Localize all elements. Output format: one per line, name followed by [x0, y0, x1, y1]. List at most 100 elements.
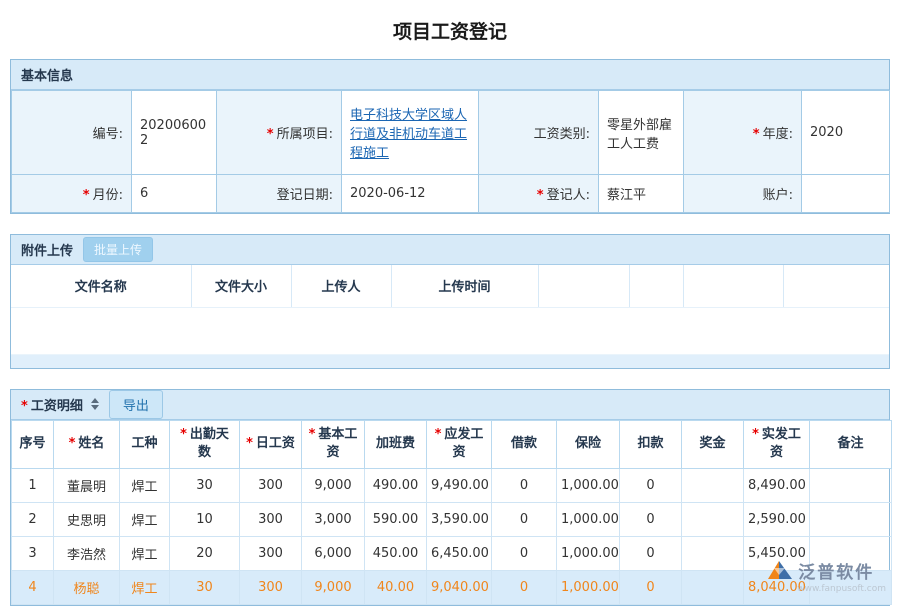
attachments-section: 附件上传 批量上传 文件名称 文件大小 上传人 上传时间 [10, 234, 890, 369]
wage-row[interactable]: 2 史思明 焊工 10 300 3,000 590.00 3,590.00 0 … [12, 502, 892, 536]
table-cell: 300 [240, 570, 302, 604]
wage-details-header: *工资明细 导出 [11, 390, 889, 420]
table-cell: 焊工 [120, 570, 170, 604]
table-cell: 300 [240, 468, 302, 502]
col-empty-3 [683, 265, 783, 307]
table-cell: 3,590.00 [427, 502, 492, 536]
wage-type-label: 工资类别: [479, 91, 599, 175]
wage-row-selected[interactable]: 4 杨聪 焊工 30 300 9,000 40.00 9,040.00 0 1,… [12, 570, 892, 604]
table-cell: 史思明 [54, 502, 120, 536]
number-value: 202006002 [132, 91, 217, 175]
basic-info-header: 基本信息 [11, 60, 889, 90]
col-file-size: 文件大小 [191, 265, 291, 307]
table-cell: 0 [620, 570, 682, 604]
table-cell: 1 [12, 468, 54, 502]
table-cell: 30 [170, 468, 240, 502]
wage-details-table: 序号 *姓名 工种 *出勤天数 *日工资 *基本工资 加班费 *应发工资 借款 … [11, 420, 892, 605]
table-cell: 2 [12, 502, 54, 536]
required-marker: * [180, 427, 187, 442]
table-cell [810, 468, 892, 502]
col-net-wage: *实发工资 [744, 420, 810, 468]
vendor-website: www.fanpusoft.com [767, 584, 886, 594]
col-remark: 备注 [810, 420, 892, 468]
basic-info-title: 基本信息 [21, 65, 73, 84]
table-cell: 0 [620, 468, 682, 502]
wage-type-value: 零星外部雇工人工费 [599, 91, 684, 175]
table-cell: 2,590.00 [744, 502, 810, 536]
table-cell: 9,490.00 [427, 468, 492, 502]
table-cell: 李浩然 [54, 536, 120, 570]
wage-details-section: *工资明细 导出 序号 *姓名 工种 *出勤天数 *日工资 *基本工资 加班费 … [10, 389, 890, 606]
col-job-type: 工种 [120, 420, 170, 468]
required-marker: * [21, 399, 28, 414]
table-cell: 3 [12, 536, 54, 570]
year-label: *年度: [684, 91, 802, 175]
table-cell: 9,000 [302, 468, 365, 502]
required-marker: * [309, 427, 316, 442]
project-value: 电子科技大学区域人行道及非机动车道工程施工 [342, 91, 479, 175]
col-loan: 借款 [492, 420, 557, 468]
wage-row[interactable]: 3 李浩然 焊工 20 300 6,000 450.00 6,450.00 0 … [12, 536, 892, 570]
table-cell: 焊工 [120, 536, 170, 570]
table-cell: 0 [492, 468, 557, 502]
table-cell: 9,040.00 [427, 570, 492, 604]
table-cell: 0 [492, 570, 557, 604]
required-marker: * [752, 427, 759, 442]
vendor-name: 泛普软件 [798, 558, 874, 583]
table-cell: 焊工 [120, 502, 170, 536]
required-marker: * [435, 427, 442, 442]
col-attendance-days: *出勤天数 [170, 420, 240, 468]
wage-row[interactable]: 1 董晨明 焊工 30 300 9,000 490.00 9,490.00 0 … [12, 468, 892, 502]
table-cell: 300 [240, 536, 302, 570]
table-cell: 20 [170, 536, 240, 570]
table-cell: 杨聪 [54, 570, 120, 604]
table-cell: 300 [240, 502, 302, 536]
col-empty-1 [538, 265, 629, 307]
table-cell: 1,000.00 [557, 468, 620, 502]
vendor-watermark: 泛普软件 www.fanpusoft.com [767, 558, 886, 594]
required-marker: * [69, 436, 76, 451]
export-button[interactable]: 导出 [109, 390, 163, 419]
table-cell: 4 [12, 570, 54, 604]
table-cell: 焊工 [120, 468, 170, 502]
project-label: *所属项目: [217, 91, 342, 175]
table-cell: 40.00 [365, 570, 427, 604]
table-cell [682, 536, 744, 570]
col-base-wage: *基本工资 [302, 420, 365, 468]
account-value [802, 175, 890, 213]
basic-info-section: 基本信息 编号: 202006002 *所属项目: 电子科技大学区域人行道及非机… [10, 59, 890, 214]
col-deduction: 扣款 [620, 420, 682, 468]
attachments-empty-area [11, 308, 889, 354]
table-cell: 董晨明 [54, 468, 120, 502]
page-title: 项目工资登记 [0, 0, 900, 59]
col-insurance: 保险 [557, 420, 620, 468]
project-link[interactable]: 电子科技大学区域人行道及非机动车道工程施工 [350, 108, 467, 161]
reg-date-label: 登记日期: [217, 175, 342, 213]
table-cell: 1,000.00 [557, 502, 620, 536]
col-overtime-pay: 加班费 [365, 420, 427, 468]
table-cell: 10 [170, 502, 240, 536]
col-bonus: 奖金 [682, 420, 744, 468]
table-cell: 1,000.00 [557, 536, 620, 570]
table-cell: 450.00 [365, 536, 427, 570]
table-cell: 3,000 [302, 502, 365, 536]
col-payable-wage: *应发工资 [427, 420, 492, 468]
sort-icon[interactable] [91, 398, 99, 410]
required-marker: * [246, 436, 253, 451]
registrant-label: *登记人: [479, 175, 599, 213]
required-marker: * [537, 188, 544, 203]
col-name: *姓名 [54, 420, 120, 468]
table-cell: 6,450.00 [427, 536, 492, 570]
table-cell: 0 [492, 502, 557, 536]
batch-upload-button[interactable]: 批量上传 [83, 237, 153, 262]
attachments-header: 附件上传 批量上传 [11, 235, 889, 265]
col-empty-4 [783, 265, 889, 307]
table-cell: 0 [620, 502, 682, 536]
col-empty-2 [629, 265, 683, 307]
wage-details-title: *工资明细 [21, 395, 83, 414]
table-cell: 0 [492, 536, 557, 570]
required-marker: * [83, 188, 90, 203]
col-index: 序号 [12, 420, 54, 468]
basic-info-table: 编号: 202006002 *所属项目: 电子科技大学区域人行道及非机动车道工程… [11, 90, 890, 213]
col-uploader: 上传人 [291, 265, 391, 307]
